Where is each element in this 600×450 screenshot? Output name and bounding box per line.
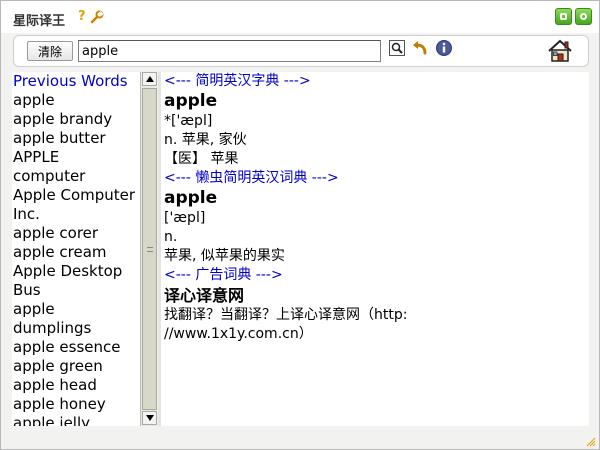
- definition: 苹果, 似苹果的果实: [164, 248, 285, 264]
- history-panel: Previous Words apple apple brandy apple …: [12, 72, 157, 426]
- home-icon[interactable]: [547, 39, 573, 63]
- list-item[interactable]: apple cream: [12, 243, 140, 262]
- clear-button[interactable]: 清除: [27, 41, 73, 61]
- list-item[interactable]: apple honey: [12, 395, 140, 414]
- scroll-down-button[interactable]: [142, 411, 157, 425]
- search-icon[interactable]: [388, 39, 406, 57]
- list-item[interactable]: apple head: [12, 376, 140, 395]
- definition: 【医】 苹果: [164, 151, 239, 167]
- phonetic: *['æpl]: [164, 113, 213, 129]
- list-item[interactable]: Apple Computer: [12, 186, 140, 205]
- main-window: 星际译王 ? 清除 apple Previous Words apple app…: [0, 0, 600, 450]
- list-item[interactable]: Apple Desktop: [12, 262, 140, 281]
- close-button[interactable]: [575, 8, 592, 25]
- toolbar: 清除: [13, 35, 589, 67]
- word-list[interactable]: Previous Words apple apple brandy apple …: [12, 72, 140, 426]
- minimize-button[interactable]: [555, 8, 572, 25]
- dict-header[interactable]: <--- 广告词典 --->: [164, 266, 589, 285]
- search-input[interactable]: [78, 40, 381, 62]
- status-bar: [1, 431, 599, 449]
- list-item[interactable]: apple essence: [12, 338, 140, 357]
- resize-grip-icon[interactable]: [586, 437, 596, 447]
- definition: n. 苹果, 家伙: [164, 132, 247, 148]
- app-title: 星际译王: [13, 14, 66, 29]
- arrow-up-icon: [146, 76, 154, 82]
- scroll-thumb[interactable]: [142, 88, 157, 410]
- list-item[interactable]: apple corer: [12, 224, 140, 243]
- scrollbar[interactable]: [140, 72, 157, 426]
- ad-text: //www.1x1y.com.cn）: [164, 326, 313, 342]
- title-bar: 星际译王 ?: [1, 1, 599, 33]
- entry-word: apple: [164, 188, 218, 208]
- list-item[interactable]: Inc.: [12, 205, 140, 224]
- help-icon[interactable]: ?: [78, 9, 86, 24]
- info-icon[interactable]: [435, 39, 453, 57]
- ad-title: 译心译意网: [164, 286, 245, 305]
- list-item[interactable]: computer: [12, 167, 140, 186]
- list-item[interactable]: Bus: [12, 281, 140, 300]
- list-item[interactable]: dumplings: [12, 319, 140, 338]
- list-item[interactable]: apple green: [12, 357, 140, 376]
- dict-header[interactable]: <--- 简明英汉字典 --->: [164, 72, 589, 91]
- grip-icon: [147, 247, 153, 252]
- dict-header[interactable]: <--- 懒虫简明英汉词典 --->: [164, 169, 589, 188]
- list-item[interactable]: apple: [12, 300, 140, 319]
- list-item[interactable]: APPLE: [12, 148, 140, 167]
- list-item[interactable]: apple: [12, 91, 140, 110]
- list-item[interactable]: apple jelly: [12, 414, 140, 426]
- part-of-speech: n.: [164, 229, 178, 245]
- definition-pane: <--- 简明英汉字典 ---> apple *['æpl] n. 苹果, 家伙…: [161, 72, 589, 426]
- list-heading: Previous Words: [13, 72, 128, 90]
- back-icon[interactable]: [411, 39, 429, 57]
- ad-text: 找翻译？当翻译？上译心译意网（http:: [164, 307, 408, 323]
- scroll-up-button[interactable]: [142, 72, 157, 86]
- arrow-down-icon: [146, 415, 154, 421]
- list-item[interactable]: apple brandy: [12, 110, 140, 129]
- wrench-icon[interactable]: [90, 10, 104, 24]
- phonetic: ['æpl]: [164, 210, 206, 226]
- list-item[interactable]: apple butter: [12, 129, 140, 148]
- entry-word: apple: [164, 91, 218, 111]
